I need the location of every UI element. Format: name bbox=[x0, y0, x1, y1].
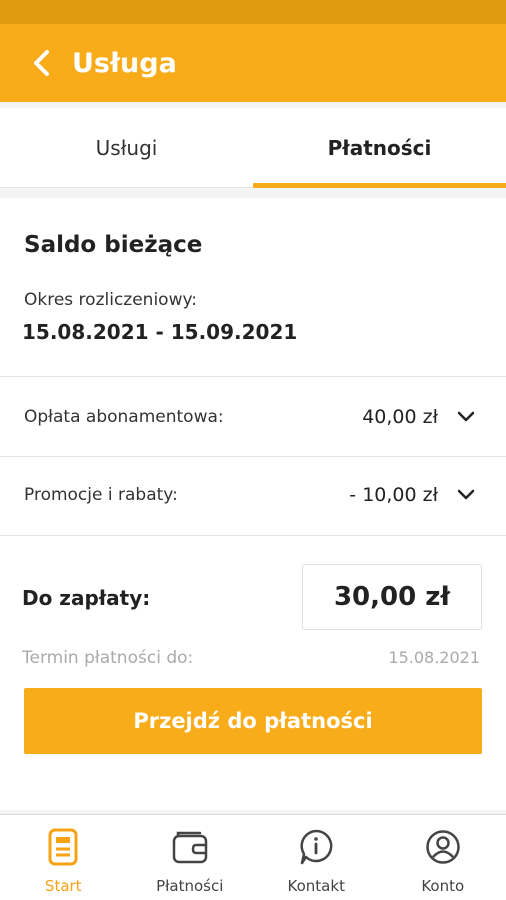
billing-period-label: Okres rozliczeniowy: bbox=[24, 290, 198, 310]
chevron-down-icon bbox=[454, 405, 478, 429]
user-icon bbox=[424, 827, 462, 867]
divider bbox=[0, 376, 506, 377]
row-label: Opłata abonamentowa: bbox=[24, 407, 224, 427]
tab-platnosci[interactable]: Płatności bbox=[253, 108, 506, 188]
chevron-left-icon bbox=[34, 50, 49, 76]
subscription-fee-row[interactable]: Opłata abonamentowa: 40,00 zł bbox=[0, 378, 506, 456]
document-icon bbox=[44, 827, 82, 867]
go-to-payment-button[interactable]: Przejdź do płatności bbox=[24, 688, 482, 754]
nav-label: Start bbox=[44, 877, 82, 895]
amount-due-label: Do zapłaty: bbox=[22, 586, 151, 610]
balance-card: Saldo bieżące Okres rozliczeniowy: 15.08… bbox=[0, 198, 506, 810]
tab-uslugi[interactable]: Usługi bbox=[0, 108, 253, 187]
nav-item-kontakt[interactable]: Kontakt bbox=[253, 815, 380, 900]
billing-period-value: 15.08.2021 - 15.09.2021 bbox=[22, 320, 298, 344]
nav-label: Konto bbox=[421, 877, 465, 895]
row-label: Promocje i rabaty: bbox=[24, 485, 178, 505]
nav-label: Kontakt bbox=[287, 877, 345, 895]
divider bbox=[0, 535, 506, 536]
page-title: Usługa bbox=[72, 47, 177, 79]
amount-due-value: 30,00 zł bbox=[302, 564, 482, 630]
promotions-row[interactable]: Promocje i rabaty: - 10,00 zł bbox=[0, 456, 506, 534]
due-date-label: Termin płatności do: bbox=[22, 648, 194, 668]
chevron-down-icon bbox=[454, 483, 478, 507]
due-date-value: 15.08.2021 bbox=[388, 648, 480, 667]
nav-item-start[interactable]: Start bbox=[0, 815, 127, 900]
info-icon bbox=[297, 827, 335, 867]
back-button[interactable] bbox=[22, 43, 62, 83]
status-bar bbox=[0, 0, 506, 24]
nav-item-platnosci[interactable]: Płatności bbox=[127, 815, 254, 900]
app-bar: Usługa bbox=[0, 24, 506, 102]
tab-bar: Usługi Płatności bbox=[0, 108, 506, 188]
nav-label: Płatności bbox=[156, 877, 224, 895]
balance-title: Saldo bieżące bbox=[24, 232, 203, 258]
nav-item-konto[interactable]: Konto bbox=[380, 815, 506, 900]
wallet-icon bbox=[171, 827, 209, 867]
row-value: - 10,00 zł bbox=[349, 484, 438, 506]
row-value: 40,00 zł bbox=[362, 406, 438, 428]
bottom-nav: Start Płatności Kontakt Konto bbox=[0, 814, 506, 900]
